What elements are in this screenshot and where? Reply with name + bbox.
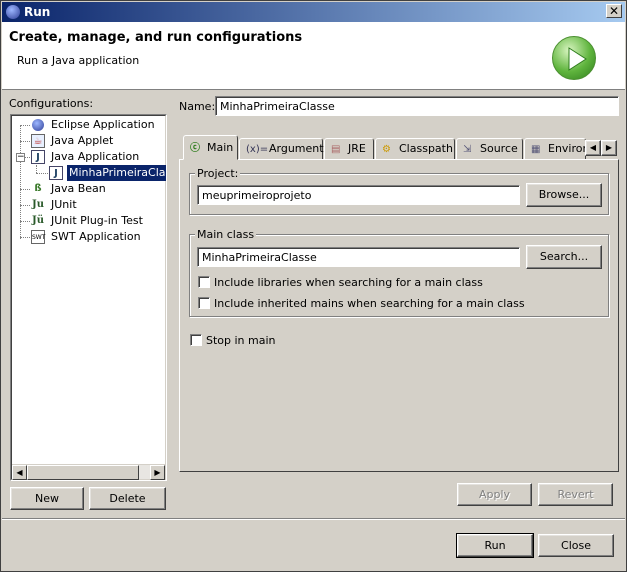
close-window-button[interactable]: ✕ [606, 4, 622, 18]
run-play-icon [552, 36, 596, 80]
delete-button[interactable]: Delete [89, 487, 166, 510]
source-icon: ⇲ [463, 144, 472, 155]
tab-arguments[interactable]: (x)=Arguments [239, 138, 329, 160]
scrollbar-thumb[interactable] [27, 465, 139, 480]
run-dialog: Run ✕ Create, manage, and run configurat… [0, 0, 627, 572]
header-subtitle: Run a Java application [17, 54, 140, 67]
scroll-right-icon[interactable]: ▶ [150, 465, 165, 480]
tab-environment[interactable]: ▦ Environ [524, 138, 586, 160]
configurations-tree[interactable]: − Eclipse Application ☕ Java Applet J Ja… [10, 114, 167, 481]
stop-in-main-label: Stop in main [206, 334, 276, 347]
header-title: Create, manage, and run configurations [9, 30, 303, 45]
tree-horizontal-scrollbar[interactable]: ◀ ▶ [12, 464, 165, 480]
search-button[interactable]: Search... [526, 245, 602, 269]
java-app-icon: J [31, 150, 45, 164]
tab-jre[interactable]: ▤ JRE [324, 138, 374, 160]
arguments-icon: (x)= [246, 144, 269, 155]
classpath-icon: ⚙ [382, 144, 391, 155]
tab-source[interactable]: ⇲ Source [456, 138, 523, 160]
project-field[interactable]: meuprimeiroprojeto [197, 185, 520, 205]
include-libraries-label: Include libraries when searching for a m… [214, 276, 483, 289]
window-title: Run [24, 5, 51, 19]
bean-icon: ß [34, 183, 42, 194]
stop-in-main-checkbox[interactable] [190, 334, 202, 346]
jre-icon: ▤ [331, 144, 341, 155]
run-button[interactable]: Run [456, 533, 534, 558]
include-inherited-label: Include inherited mains when searching f… [214, 297, 525, 310]
tabs-scroll-left-icon[interactable]: ◀ [585, 140, 601, 156]
apply-button[interactable]: Apply [457, 483, 532, 506]
eclipse-icon [32, 119, 44, 131]
junit-icon: Ju [31, 199, 44, 210]
tab-classpath[interactable]: ⚙ Classpath [375, 138, 455, 160]
swt-icon: SWT [31, 230, 45, 244]
include-inherited-checkbox[interactable] [198, 297, 210, 309]
java-config-icon: J [49, 166, 63, 180]
new-button[interactable]: New [10, 487, 84, 510]
revert-button[interactable]: Revert [538, 483, 613, 506]
footer-separator [2, 518, 625, 520]
collapse-toggle[interactable]: − [16, 153, 25, 162]
close-button[interactable]: Close [538, 534, 614, 557]
dialog-header: Create, manage, and run configurations R… [2, 22, 625, 90]
title-bar: Run ✕ [2, 2, 625, 22]
tabs-scroll-right-icon[interactable]: ▶ [601, 140, 617, 156]
tab-main[interactable]: ⓒ Main [183, 135, 238, 160]
include-libraries-checkbox[interactable] [198, 276, 210, 288]
main-class-field[interactable]: MinhaPrimeiraClasse [197, 247, 520, 267]
scroll-left-icon[interactable]: ◀ [12, 465, 27, 480]
junit-plugin-icon: Jü [31, 215, 44, 226]
main-class-group-label: Main class [195, 228, 257, 241]
main-tab-icon: ⓒ [190, 143, 200, 154]
name-label: Name: [179, 100, 216, 113]
eclipse-icon [6, 5, 20, 19]
applet-icon: ☕ [31, 134, 45, 148]
project-group-label: Project: [195, 167, 241, 180]
name-field[interactable]: MinhaPrimeiraClasse [215, 96, 619, 116]
browse-button[interactable]: Browse... [526, 183, 602, 207]
environment-icon: ▦ [531, 144, 541, 155]
configurations-label: Configurations: [9, 97, 94, 110]
